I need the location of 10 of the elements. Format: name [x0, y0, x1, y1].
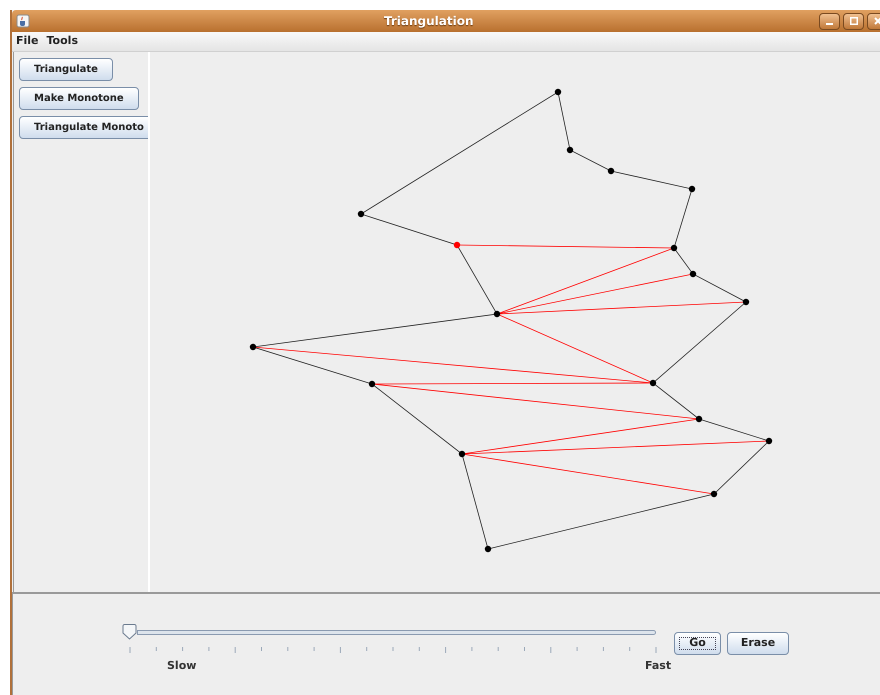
- toolbar-button[interactable]: Make Monotone: [19, 87, 139, 110]
- action-button[interactable]: Go: [674, 632, 721, 655]
- window-title: Triangulation: [384, 13, 474, 30]
- slider-min-label: Slow: [167, 658, 196, 674]
- toolbar-button[interactable]: Triangulate: [19, 58, 113, 81]
- slider-max-label: Fast: [645, 658, 672, 674]
- action-button[interactable]: Erase: [727, 632, 789, 655]
- menu-item[interactable]: File: [14, 33, 41, 50]
- toolbar-button[interactable]: Triangulate Monoto: [19, 116, 148, 139]
- menu-item[interactable]: Tools: [44, 33, 80, 50]
